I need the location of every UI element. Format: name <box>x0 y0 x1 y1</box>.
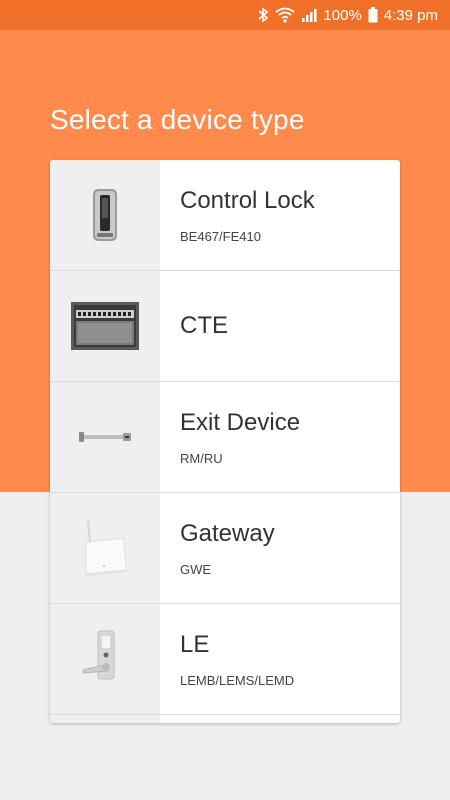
exit-device-icon <box>50 382 160 492</box>
battery-icon <box>368 7 378 23</box>
clock: 4:39 pm <box>383 6 438 24</box>
device-name: CTE <box>180 312 228 339</box>
device-model: RM/RU <box>180 450 223 466</box>
device-model: BE467/FE410 <box>180 228 261 244</box>
battery-percent: 100% <box>323 6 362 24</box>
device-item-cte[interactable]: CTE <box>50 271 400 382</box>
bluetooth-icon <box>257 7 269 23</box>
device-item-le[interactable]: LE LEMB/LEMS/LEMD <box>50 604 400 715</box>
device-item-control-lock[interactable]: Control Lock BE467/FE410 <box>50 160 400 271</box>
wifi-icon <box>275 7 295 23</box>
device-list: Control Lock BE467/FE410 CTE Exit Device… <box>50 160 400 723</box>
device-name: Gateway <box>180 519 275 547</box>
status-bar: 100% 4:39 pm <box>0 0 450 30</box>
gateway-icon <box>50 493 160 603</box>
cte-board-icon <box>50 271 160 381</box>
page-title: Select a device type <box>50 104 305 135</box>
device-name: Exit Device <box>180 408 301 436</box>
le-lock-icon <box>50 604 160 714</box>
device-name: LE <box>180 630 210 658</box>
device-item-next[interactable] <box>50 715 400 723</box>
device-item-exit-device[interactable]: Exit Device RM/RU <box>50 382 400 493</box>
device-thumbnail-partial <box>50 715 160 723</box>
control-lock-icon <box>50 160 160 270</box>
signal-icon <box>301 8 317 22</box>
device-item-gateway[interactable]: Gateway GWE <box>50 493 400 604</box>
device-model: GWE <box>180 561 212 577</box>
device-name: Control Lock <box>180 186 315 214</box>
device-model: LEMB/LEMS/LEMD <box>180 672 295 688</box>
